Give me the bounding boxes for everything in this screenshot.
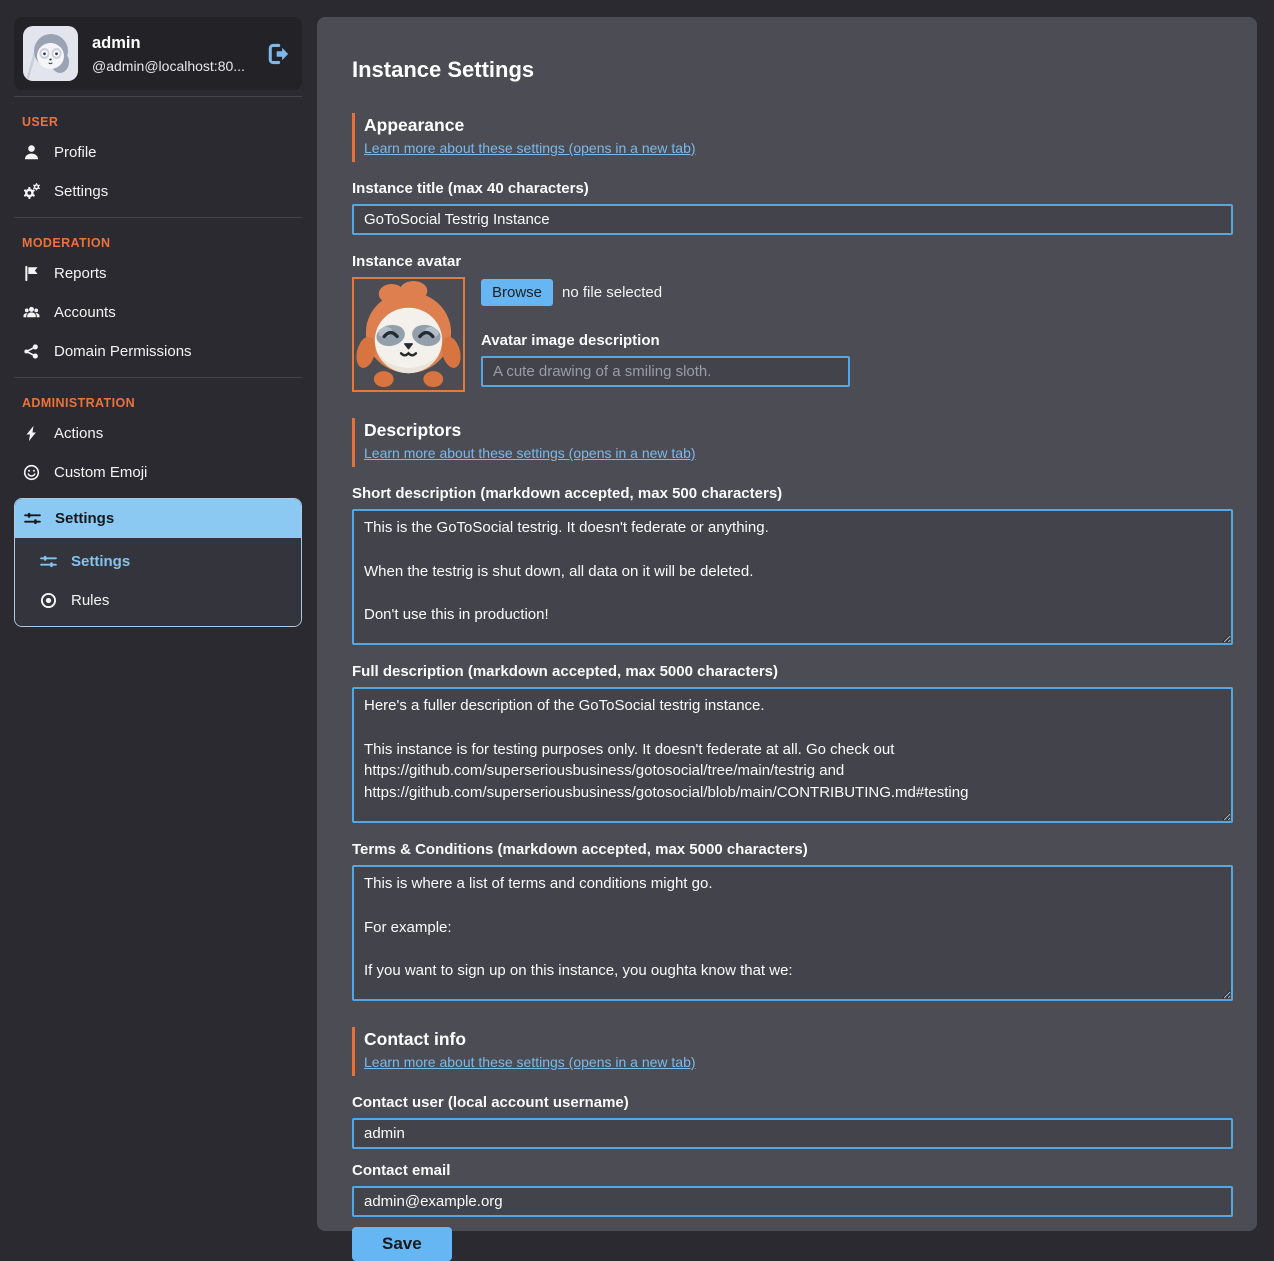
instance-title-input[interactable] (352, 204, 1233, 235)
sidebar-item-label: Profile (54, 144, 97, 161)
sidebar-section-administration: ADMINISTRATION (14, 384, 302, 414)
submenu-item-settings[interactable]: Settings (15, 542, 301, 581)
circle-dot-icon (39, 592, 58, 609)
sidebar-item-domain-permissions[interactable]: Domain Permissions (14, 332, 302, 371)
sidebar-item-admin-settings[interactable]: Settings (15, 499, 301, 538)
user-meta: admin @admin@localhost:80... (92, 34, 252, 74)
instance-avatar-controls: Browse no file selected Avatar image des… (481, 277, 850, 392)
avatar-description-label: Avatar image description (481, 332, 850, 349)
sidebar-item-label: Accounts (54, 304, 116, 321)
contact-user-field: Contact user (local account username) (352, 1094, 1233, 1149)
full-description-textarea[interactable]: Here's a fuller description of the GoToS… (352, 687, 1233, 823)
page-title: Instance Settings (352, 57, 1233, 83)
sidebar-item-actions[interactable]: Actions (14, 414, 302, 453)
sidebar-item-user-settings[interactable]: Settings (14, 172, 302, 211)
appearance-learn-more-link[interactable]: Learn more about these settings (opens i… (364, 140, 696, 156)
appearance-section-header: Appearance Learn more about these settin… (352, 113, 1233, 162)
user-avatar (23, 26, 78, 81)
submenu-item-rules[interactable]: Rules (15, 581, 301, 620)
contact-email-label: Contact email (352, 1162, 1233, 1179)
settings-submenu: Settings Rules (15, 538, 301, 626)
file-picker-row: Browse no file selected (481, 279, 850, 306)
contact-user-input[interactable] (352, 1118, 1233, 1149)
browse-button[interactable]: Browse (481, 279, 553, 306)
sidebar-item-label: Custom Emoji (54, 464, 147, 481)
sidebar-item-label: Settings (54, 183, 108, 200)
bolt-icon (22, 425, 41, 442)
sidebar-item-profile[interactable]: Profile (14, 133, 302, 172)
gotosocial-admin-app: { "colors": { "accent_orange": "#e2733c"… (0, 0, 1274, 1246)
sidebar-item-label: Actions (54, 425, 103, 442)
terms-field: Terms & Conditions (markdown accepted, m… (352, 841, 1233, 1001)
user-handle: @admin@localhost:80... (92, 58, 252, 74)
avatar-description-input[interactable] (481, 356, 850, 387)
full-description-field: Full description (markdown accepted, max… (352, 663, 1233, 823)
full-description-label: Full description (markdown accepted, max… (352, 663, 1233, 680)
sidebar-divider (14, 377, 302, 378)
descriptors-heading: Descriptors (364, 420, 1233, 441)
sliders-icon (39, 553, 58, 570)
share-nodes-icon (22, 343, 41, 360)
sidebar-item-label: Settings (55, 510, 114, 527)
save-button[interactable]: Save (352, 1227, 452, 1261)
flag-icon (22, 265, 41, 282)
short-description-label: Short description (markdown accepted, ma… (352, 485, 1233, 502)
sidebar-item-custom-emoji[interactable]: Custom Emoji (14, 453, 302, 492)
sidebar-divider (14, 217, 302, 218)
instance-title-label: Instance title (max 40 characters) (352, 180, 1233, 197)
sidebar-item-reports[interactable]: Reports (14, 254, 302, 293)
sidebar-item-label: Reports (54, 265, 107, 282)
instance-title-field: Instance title (max 40 characters) (352, 180, 1233, 235)
users-icon (22, 304, 41, 321)
contact-email-input[interactable] (352, 1186, 1233, 1217)
short-description-field: Short description (markdown accepted, ma… (352, 485, 1233, 645)
sliders-icon (23, 510, 42, 527)
sidebar-section-user: USER (14, 103, 302, 133)
sign-out-icon[interactable] (266, 42, 290, 66)
instance-avatar-row: Browse no file selected Avatar image des… (352, 277, 1233, 392)
user-name: admin (92, 34, 252, 53)
terms-textarea[interactable]: This is where a list of terms and condit… (352, 865, 1233, 1001)
instance-avatar-field: Instance avatar (352, 253, 1233, 392)
sidebar: admin @admin@localhost:80... USER Profil… (14, 17, 302, 627)
contact-learn-more-link[interactable]: Learn more about these settings (opens i… (364, 1054, 696, 1070)
sidebar-item-label: Domain Permissions (54, 343, 192, 360)
short-description-textarea[interactable]: This is the GoToSocial testrig. It doesn… (352, 509, 1233, 645)
submenu-item-label: Settings (71, 553, 130, 570)
sidebar-item-accounts[interactable]: Accounts (14, 293, 302, 332)
instance-settings-panel: Instance Settings Appearance Learn more … (317, 17, 1257, 1231)
sidebar-section-moderation: MODERATION (14, 224, 302, 254)
contact-email-field: Contact email (352, 1162, 1233, 1217)
user-card[interactable]: admin @admin@localhost:80... (14, 17, 302, 90)
terms-label: Terms & Conditions (markdown accepted, m… (352, 841, 1233, 858)
instance-avatar-image (352, 277, 465, 392)
descriptors-section-header: Descriptors Learn more about these setti… (352, 418, 1233, 467)
appearance-heading: Appearance (364, 115, 1233, 136)
sidebar-settings-group: Settings Settings (14, 498, 302, 627)
instance-avatar-label: Instance avatar (352, 253, 1233, 270)
contact-heading: Contact info (364, 1029, 1233, 1050)
smiley-icon (22, 464, 41, 481)
descriptors-learn-more-link[interactable]: Learn more about these settings (opens i… (364, 445, 696, 461)
submenu-item-label: Rules (71, 592, 109, 609)
user-icon (22, 144, 41, 161)
file-status-text: no file selected (562, 284, 662, 301)
sidebar-divider (14, 96, 302, 97)
contact-user-label: Contact user (local account username) (352, 1094, 1233, 1111)
gears-icon (22, 183, 41, 200)
contact-section-header: Contact info Learn more about these sett… (352, 1027, 1233, 1076)
